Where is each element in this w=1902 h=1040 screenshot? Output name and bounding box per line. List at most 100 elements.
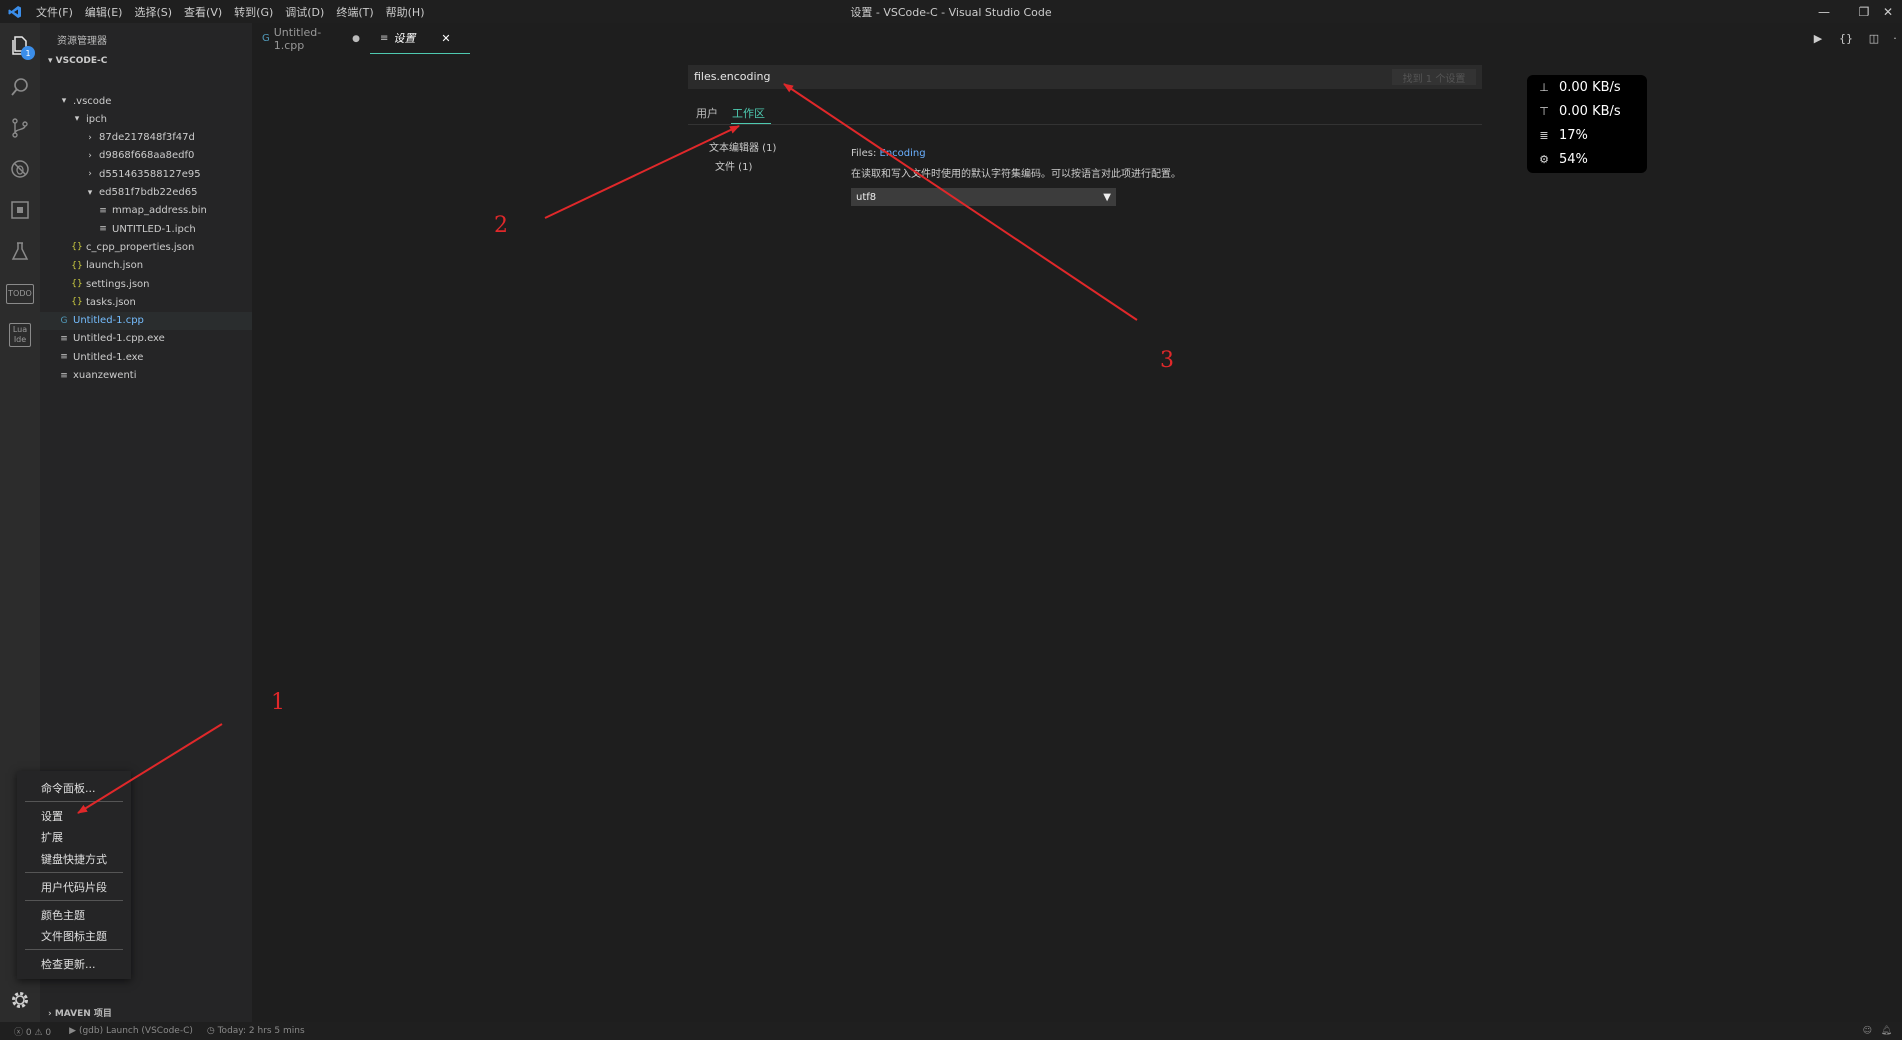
menu-edit[interactable]: 编辑(E)	[79, 4, 129, 20]
settings-search-input[interactable]: files.encoding 找到 1 个设置	[688, 65, 1482, 89]
menu-file-icon-theme[interactable]: 文件图标主题	[41, 928, 107, 944]
menu-command-palette[interactable]: 命令面板...	[41, 780, 96, 796]
workspace-folder-title[interactable]: ▾ VSCODE-C	[48, 56, 107, 66]
chevron-icon: ›	[88, 150, 92, 161]
feedback-smiley-icon[interactable]: ☺	[1863, 1026, 1872, 1036]
menu-user-snippets[interactable]: 用户代码片段	[41, 879, 107, 895]
tree-file[interactable]: {} c_cpp_properties.json	[40, 238, 252, 256]
tree-file[interactable]: {} launch.json	[40, 257, 252, 275]
file-icon: ≡	[99, 224, 107, 235]
settings-file-icon: ≡	[380, 32, 389, 44]
menu-color-theme[interactable]: 颜色主题	[41, 907, 85, 923]
split-editor-icon[interactable]: ◫	[1860, 32, 1888, 45]
menu-goto[interactable]: 转到(G)	[228, 4, 279, 20]
tree-folder[interactable]: ▾ ipch	[40, 110, 252, 128]
debug-icon[interactable]	[0, 149, 40, 189]
run-icon[interactable]: ▶	[1804, 32, 1832, 45]
tree-item-label: xuanzewenti	[73, 370, 137, 381]
tree-file[interactable]: ≡ Untitled-1.cpp.exe	[40, 330, 252, 348]
menu-selection[interactable]: 选择(S)	[128, 4, 178, 20]
setting-title: Files: Encoding	[851, 148, 926, 159]
upload-icon: ⊤	[1539, 105, 1549, 118]
menu-extensions[interactable]: 扩展	[41, 829, 63, 845]
tree-file[interactable]: {} tasks.json	[40, 293, 252, 311]
error-count: 0	[25, 1027, 32, 1038]
memory-value: 17%	[1559, 128, 1588, 143]
menu-debug[interactable]: 调试(D)	[279, 4, 330, 20]
json-file-icon: {}	[71, 279, 83, 289]
tab-settings[interactable]: ≡ 设置 ✕	[370, 23, 470, 54]
title-bar: 文件(F) 编辑(E) 选择(S) 查看(V) 转到(G) 调试(D) 终端(T…	[0, 0, 1902, 23]
explorer-icon[interactable]: 1	[0, 26, 40, 66]
menu-check-updates[interactable]: 检查更新...	[41, 956, 96, 972]
tree-item-label: mmap_address.bin	[112, 205, 207, 217]
tree-item-label: .vscode	[73, 95, 112, 107]
test-flask-icon[interactable]	[0, 231, 40, 271]
minimize-button[interactable]: —	[1804, 0, 1844, 23]
more-actions-icon[interactable]: ·	[1888, 32, 1902, 45]
warning-count: 0	[45, 1027, 52, 1038]
menu-terminal[interactable]: 终端(T)	[330, 4, 379, 20]
maven-panel-header[interactable]: › MAVEN 项目	[48, 1006, 112, 1019]
encoding-select[interactable]: utf8 ▼	[851, 188, 1116, 206]
tree-file[interactable]: ≡ UNTITLED-1.ipch	[40, 220, 252, 238]
tree-folder[interactable]: ▾ .vscode	[40, 92, 252, 110]
tree-file[interactable]: G Untitled-1.cpp	[40, 311, 252, 330]
problems-indicator[interactable]: ⓧ 0 ⚠ 0	[14, 1025, 51, 1038]
file-icon: ≡	[60, 352, 68, 363]
tree-item-label: ed581f7bdb22ed65	[99, 187, 198, 198]
scope-tab-user[interactable]: 用户	[696, 105, 718, 121]
menu-separator	[25, 949, 123, 950]
tree-folder[interactable]: ▾ ed581f7bdb22ed65	[40, 184, 252, 202]
tree-file[interactable]: ≡ mmap_address.bin	[40, 202, 252, 220]
menu-keyboard-shortcuts[interactable]: 键盘快捷方式	[41, 851, 107, 867]
system-monitor-widget: ⊥ 0.00 KB/s ⊤ 0.00 KB/s ≣ 17% ⚙ 54%	[1527, 75, 1647, 173]
annotation-label-1: 1	[271, 690, 285, 715]
debug-launch-status[interactable]: ▶ (gdb) Launch (VSCode-C)	[69, 1026, 193, 1036]
download-icon: ⊥	[1539, 81, 1549, 94]
scope-tab-workspace[interactable]: 工作区	[732, 105, 765, 121]
tree-file[interactable]: {} settings.json	[40, 275, 252, 293]
menu-view[interactable]: 查看(V)	[178, 4, 228, 20]
download-speed: ⊥ 0.00 KB/s	[1537, 80, 1621, 95]
search-value: files.encoding	[694, 70, 771, 83]
todo-icon[interactable]: TODO	[0, 274, 40, 314]
menu-settings[interactable]: 设置	[41, 808, 63, 824]
search-icon[interactable]	[0, 67, 40, 107]
close-window-button[interactable]: ✕	[1874, 0, 1902, 23]
tree-folder[interactable]: › d9868f668aa8edf0	[40, 147, 252, 165]
active-scope-indicator	[731, 123, 771, 124]
tree-file[interactable]: ≡ xuanzewenti	[40, 367, 252, 385]
tree-file[interactable]: ≡ Untitled-1.exe	[40, 348, 252, 366]
vscode-window: 文件(F) 编辑(E) 选择(S) 查看(V) 转到(G) 调试(D) 终端(T…	[0, 0, 1902, 1040]
extensions-icon[interactable]	[0, 190, 40, 230]
tree-item-label: launch.json	[86, 260, 144, 272]
editor-tabs: G Untitled-1.cpp ● ≡ 设置 ✕ ▶ {} ◫ ·	[252, 23, 1902, 54]
tree-item-label: d9868f668aa8edf0	[99, 150, 195, 162]
setting-description: 在读取和写入文件时使用的默认字符集编码。可以按语言对此项进行配置。	[851, 169, 1181, 180]
tree-item-label: UNTITLED-1.ipch	[112, 223, 196, 235]
gear-icon[interactable]	[0, 980, 40, 1020]
luaide-icon[interactable]: Lua Ide	[0, 315, 40, 355]
close-tab-icon[interactable]: ✕	[441, 32, 450, 45]
tab-untitled-cpp[interactable]: G Untitled-1.cpp ●	[252, 23, 370, 54]
tab-label: Untitled-1.cpp	[273, 25, 322, 52]
chevron-icon: ▾	[74, 114, 80, 125]
tree-folder[interactable]: › 87de217848f3f47d	[40, 129, 252, 147]
source-control-icon[interactable]	[0, 108, 40, 148]
explorer-badge: 1	[21, 46, 35, 60]
open-settings-json-icon[interactable]: {}	[1832, 32, 1860, 45]
toc-text-editor[interactable]: 文本编辑器 (1)	[709, 139, 776, 154]
tree-folder[interactable]: › d551463588127e95	[40, 165, 252, 183]
toc-files[interactable]: 文件 (1)	[715, 158, 752, 173]
tree-item-label: Untitled-1.cpp.exe	[73, 333, 165, 345]
workspace-folder-label: VSCODE-C	[55, 56, 108, 66]
upload-speed: ⊤ 0.00 KB/s	[1537, 104, 1620, 119]
wakatime-status[interactable]: ◷ Today: 2 hrs 5 mins	[207, 1026, 305, 1036]
download-value: 0.00 KB/s	[1559, 80, 1621, 95]
menu-file[interactable]: 文件(F)	[30, 4, 79, 20]
debug-config-label: (gdb) Launch (VSCode-C)	[78, 1026, 193, 1036]
menu-help[interactable]: 帮助(H)	[380, 4, 431, 20]
notifications-bell-icon[interactable]: 🔔︎	[1881, 1026, 1892, 1036]
status-bar: ⓧ 0 ⚠ 0 ▶ (gdb) Launch (VSCode-C) ◷ Toda…	[0, 1022, 1902, 1040]
